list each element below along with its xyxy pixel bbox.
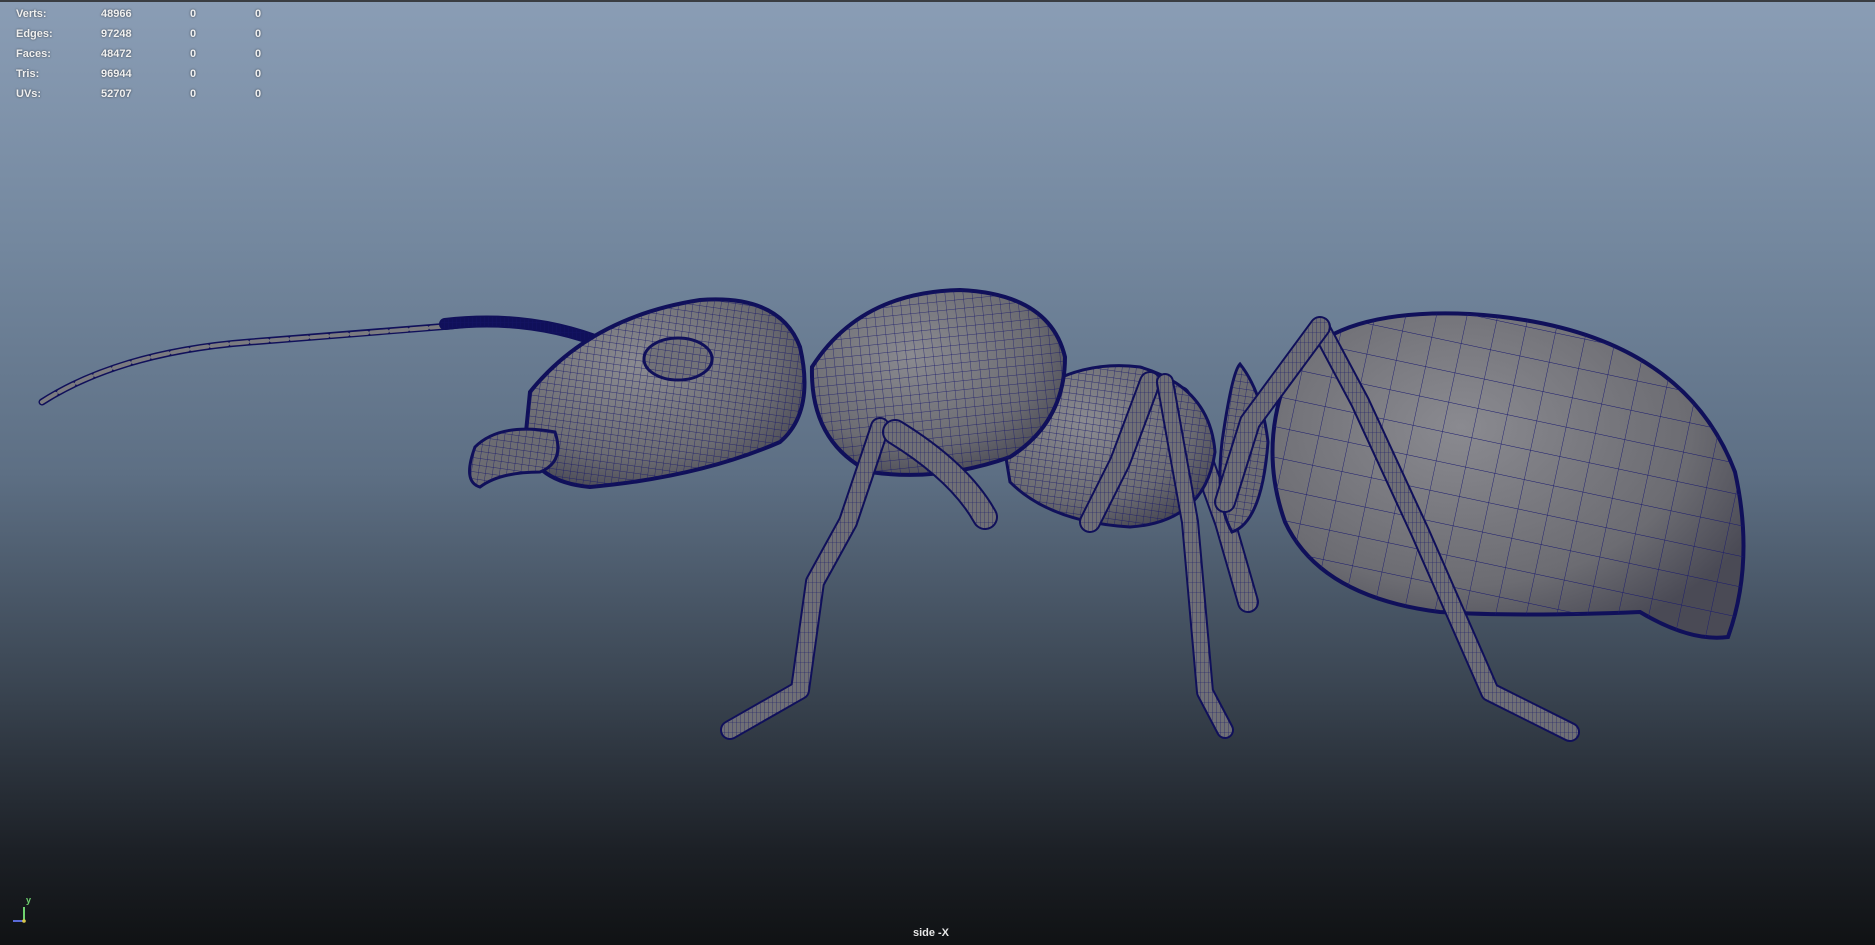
- ant-model[interactable]: [0, 2, 1875, 945]
- camera-name-label: side -X: [912, 927, 950, 939]
- viewport-panel[interactable]: Verts: 48966 0 0 Edges: 97248 0 0 Faces:…: [0, 0, 1875, 945]
- axis-gizmo: y: [4, 893, 38, 925]
- axis-gizmo-icon: [13, 907, 26, 923]
- axis-y-label: y: [26, 895, 32, 905]
- antenna: [38, 315, 611, 406]
- legs-front: [720, 417, 998, 740]
